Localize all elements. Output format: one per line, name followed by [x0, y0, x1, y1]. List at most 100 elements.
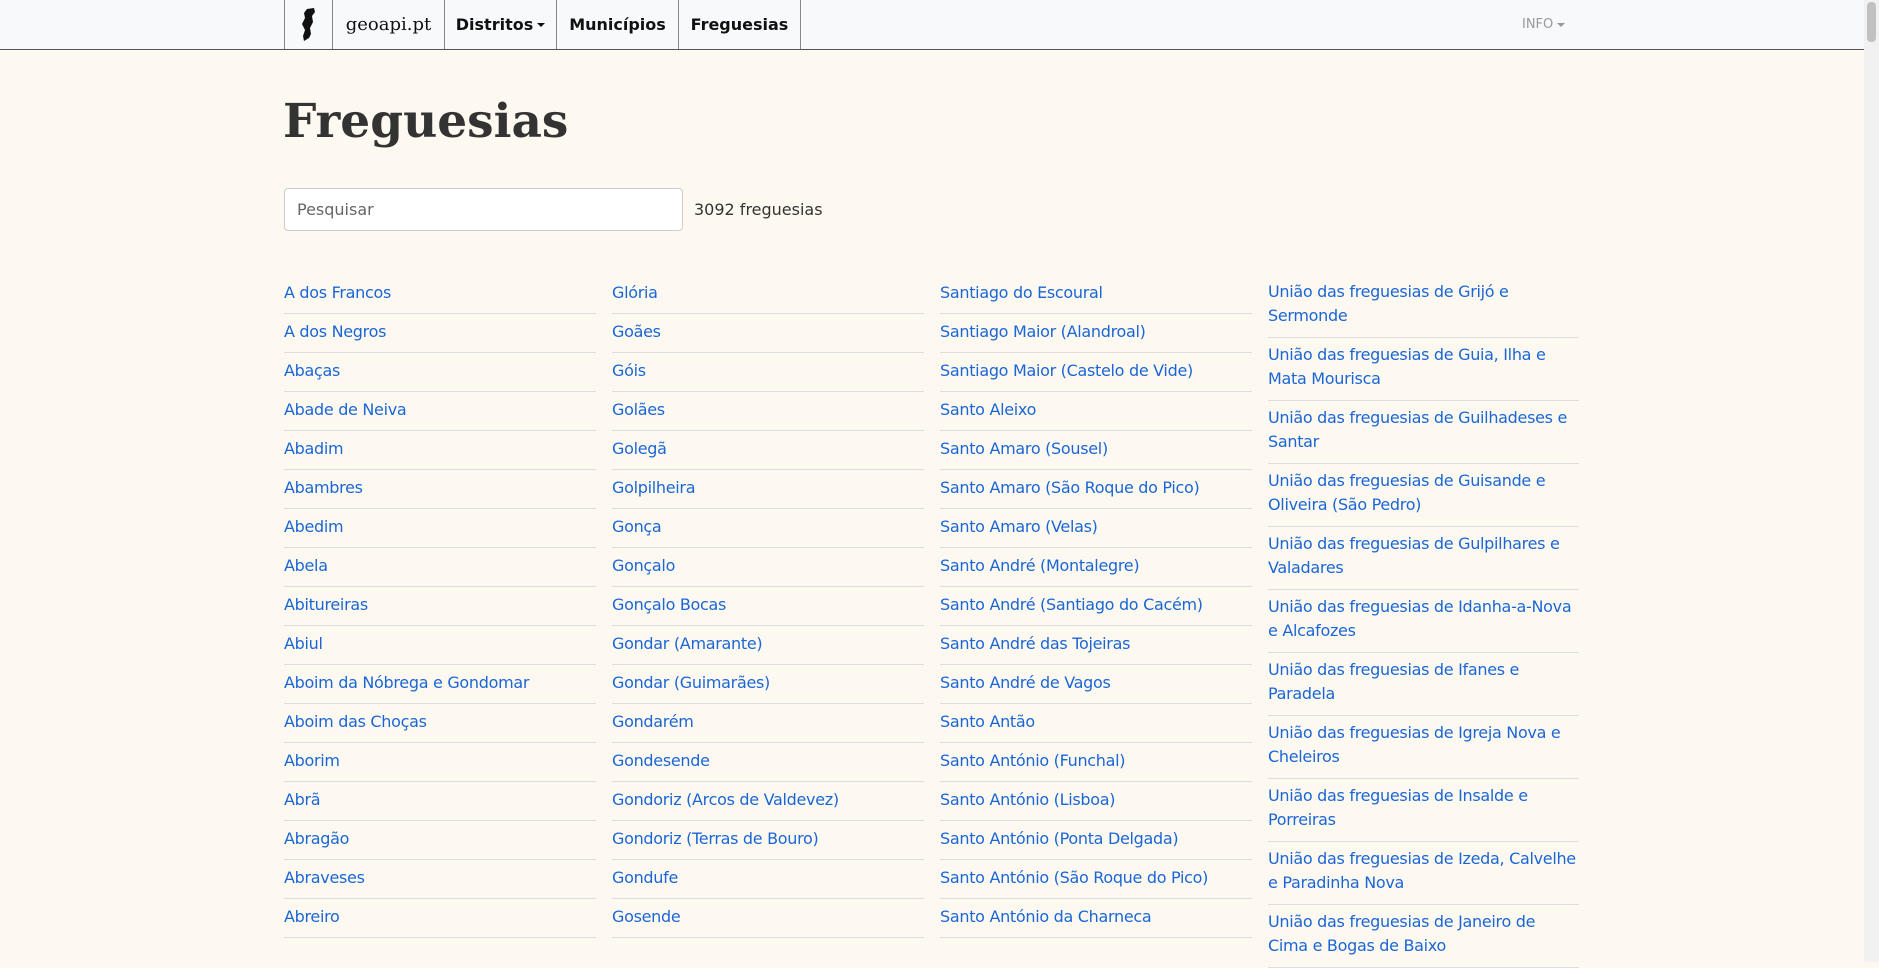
home-logo-link[interactable]	[284, 0, 333, 49]
list-item: Santo Amaro (Sousel)	[940, 431, 1252, 470]
freguesia-link[interactable]: Santo António da Charneca	[940, 907, 1152, 926]
municipios-link[interactable]: Municípios	[557, 0, 679, 49]
list-item: Golpilheira	[612, 470, 924, 509]
freguesia-link[interactable]: Abitureiras	[284, 595, 368, 614]
freguesia-link[interactable]: Gonçalo	[612, 556, 675, 575]
freguesia-link[interactable]: União das freguesias de Guisande e Olive…	[1268, 471, 1546, 514]
freguesia-link[interactable]: A dos Negros	[284, 322, 386, 341]
freguesia-link[interactable]: Abade de Neiva	[284, 400, 407, 419]
freguesia-link[interactable]: Santo António (Funchal)	[940, 751, 1126, 770]
scrollbar[interactable]	[1864, 0, 1879, 962]
freguesia-link[interactable]: Santo Aleixo	[940, 400, 1036, 419]
list-item: Góis	[612, 353, 924, 392]
freguesia-link[interactable]: Santo Antão	[940, 712, 1035, 731]
freguesia-link[interactable]: Santo Amaro (São Roque do Pico)	[940, 478, 1200, 497]
freguesia-link[interactable]: Glória	[612, 283, 658, 302]
list-item: Santo Amaro (Velas)	[940, 509, 1252, 548]
list-item: Aborim	[284, 743, 596, 782]
freguesia-link[interactable]: Gondufe	[612, 868, 678, 887]
freguesia-link[interactable]: União das freguesias de Idanha-a-Nova e …	[1268, 597, 1572, 640]
list-item: Gondufe	[612, 860, 924, 899]
list-item: União das freguesias de Guilhadeses e Sa…	[1268, 401, 1579, 464]
freguesia-link[interactable]: Gondoriz (Arcos de Valdevez)	[612, 790, 839, 809]
freguesia-link[interactable]: Abela	[284, 556, 328, 575]
freguesias-count: 3092 freguesias	[694, 200, 823, 219]
freguesia-link[interactable]: Goães	[612, 322, 661, 341]
list-item: Goães	[612, 314, 924, 353]
freguesia-link[interactable]: União das freguesias de Grijó e Sermonde	[1268, 282, 1509, 325]
list-item: Aboim da Nóbrega e Gondomar	[284, 665, 596, 704]
freguesia-link[interactable]: Abreiro	[284, 907, 340, 926]
freguesia-link[interactable]: Golpilheira	[612, 478, 696, 497]
freguesia-link[interactable]: Gosende	[612, 907, 681, 926]
freguesia-link[interactable]: União das freguesias de Ifanes e Paradel…	[1268, 660, 1519, 703]
list-item: Santiago do Escoural	[940, 275, 1252, 314]
freguesia-link[interactable]: Golães	[612, 400, 665, 419]
freguesia-link[interactable]: Abadim	[284, 439, 344, 458]
list-item: Abedim	[284, 509, 596, 548]
freguesia-link[interactable]: Gondesende	[612, 751, 710, 770]
freguesia-link[interactable]: Abrã	[284, 790, 321, 809]
scrollbar-thumb[interactable]	[1867, 2, 1876, 42]
distritos-dropdown[interactable]: Distritos	[445, 0, 557, 49]
freguesia-link[interactable]: Gondar (Guimarães)	[612, 673, 770, 692]
freguesia-link[interactable]: Santo António (São Roque do Pico)	[940, 868, 1208, 887]
caret-down-icon	[537, 22, 546, 27]
list-item: Gonçalo	[612, 548, 924, 587]
freguesia-link[interactable]: Santo Amaro (Sousel)	[940, 439, 1108, 458]
freguesia-link[interactable]: União das freguesias de Igreja Nova e Ch…	[1268, 723, 1561, 766]
list-item: Gonça	[612, 509, 924, 548]
freguesia-link[interactable]: Santo André (Montalegre)	[940, 556, 1140, 575]
freguesia-link[interactable]: Abraveses	[284, 868, 365, 887]
freguesias-link[interactable]: Freguesias	[679, 0, 801, 49]
list-item: Santo António (Funchal)	[940, 743, 1252, 782]
freguesia-link[interactable]: Gondoriz (Terras de Bouro)	[612, 829, 819, 848]
list-item: Santiago Maior (Alandroal)	[940, 314, 1252, 353]
freguesias-column-4: União das freguesias de Grijó e Sermonde…	[1268, 275, 1579, 968]
freguesia-link[interactable]: União das freguesias de Janeiro de Cima …	[1268, 912, 1535, 955]
freguesia-link[interactable]: Abedim	[284, 517, 344, 536]
freguesia-link[interactable]: Santo António (Lisboa)	[940, 790, 1116, 809]
freguesia-link[interactable]: Gonçalo Bocas	[612, 595, 726, 614]
freguesia-link[interactable]: Aborim	[284, 751, 340, 770]
freguesia-link[interactable]: Abambres	[284, 478, 363, 497]
list-item: Abela	[284, 548, 596, 587]
freguesia-link[interactable]: União das freguesias de Insalde e Porrei…	[1268, 786, 1528, 829]
freguesia-link[interactable]: Santiago Maior (Castelo de Vide)	[940, 361, 1193, 380]
list-item: Gondoriz (Arcos de Valdevez)	[612, 782, 924, 821]
brand-link[interactable]: geoapi.pt	[333, 0, 445, 49]
freguesia-link[interactable]: A dos Francos	[284, 283, 391, 302]
freguesia-link[interactable]: Santiago do Escoural	[940, 283, 1103, 302]
freguesia-link[interactable]: Santiago Maior (Alandroal)	[940, 322, 1146, 341]
freguesia-link[interactable]: Abaças	[284, 361, 340, 380]
freguesia-link[interactable]: União das freguesias de Guia, Ilha e Mat…	[1268, 345, 1546, 388]
freguesia-link[interactable]: Santo André (Santiago do Cacém)	[940, 595, 1203, 614]
list-item: Santiago Maior (Castelo de Vide)	[940, 353, 1252, 392]
list-item: Gondarém	[612, 704, 924, 743]
info-dropdown[interactable]: INFO	[1522, 0, 1566, 49]
freguesia-link[interactable]: Abragão	[284, 829, 349, 848]
freguesia-link[interactable]: União das freguesias de Guilhadeses e Sa…	[1268, 408, 1567, 451]
list-item: Abreiro	[284, 899, 596, 938]
freguesia-link[interactable]: Aboim da Nóbrega e Gondomar	[284, 673, 529, 692]
freguesia-link[interactable]: Gondar (Amarante)	[612, 634, 763, 653]
freguesia-link[interactable]: Santo António (Ponta Delgada)	[940, 829, 1179, 848]
search-input[interactable]	[284, 188, 683, 231]
list-item: Abaças	[284, 353, 596, 392]
freguesia-link[interactable]: Abiul	[284, 634, 323, 653]
freguesia-link[interactable]: Santo Amaro (Velas)	[940, 517, 1098, 536]
freguesia-link[interactable]: União das freguesias de Gulpilhares e Va…	[1268, 534, 1560, 577]
list-item: Santo António (Ponta Delgada)	[940, 821, 1252, 860]
freguesia-link[interactable]: Aboim das Choças	[284, 712, 427, 731]
freguesia-link[interactable]: Santo André das Tojeiras	[940, 634, 1130, 653]
freguesia-link[interactable]: União das freguesias de Izeda, Calvelhe …	[1268, 849, 1576, 892]
list-item: Abragão	[284, 821, 596, 860]
freguesia-link[interactable]: Góis	[612, 361, 646, 380]
freguesia-link[interactable]: Gondarém	[612, 712, 694, 731]
freguesias-column-1: A dos Francos A dos Negros Abaças Abade de …	[284, 275, 596, 938]
freguesia-link[interactable]: Santo André de Vagos	[940, 673, 1111, 692]
freguesia-link[interactable]: Golegã	[612, 439, 667, 458]
list-item: A dos Negros	[284, 314, 596, 353]
freguesia-link[interactable]: Gonça	[612, 517, 662, 536]
info-label: INFO	[1522, 17, 1554, 32]
